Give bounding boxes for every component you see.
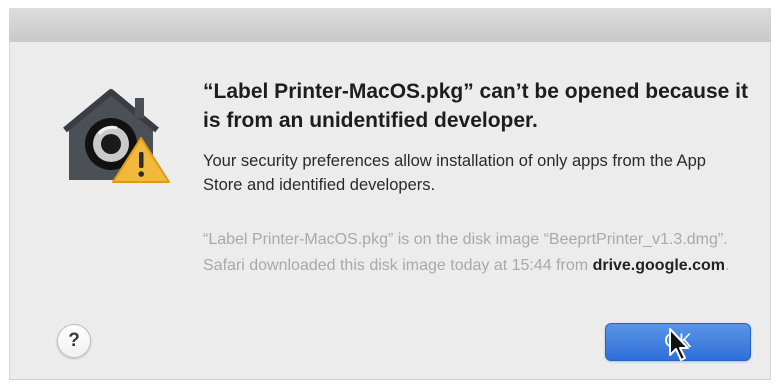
dialog-info-text: “Label Printer-MacOS.pkg” is on the disk…: [203, 227, 748, 279]
help-button[interactable]: ?: [57, 324, 91, 358]
download-domain: drive.google.com: [592, 257, 726, 274]
info-text-end: .: [725, 257, 730, 274]
gatekeeper-warning-icon: [63, 89, 170, 183]
mouse-pointer-icon: [669, 328, 689, 361]
dialog-message: Your security preferences allow installa…: [203, 152, 706, 194]
security-alert-dialog: “Label Printer-MacOS.pkg” can’t be opene…: [9, 42, 771, 380]
dialog-title: “Label Printer-MacOS.pkg” can’t be opene…: [203, 80, 748, 132]
screen: “Label Printer-MacOS.pkg” can’t be opene…: [0, 0, 780, 391]
window-titlebar: [9, 8, 771, 43]
